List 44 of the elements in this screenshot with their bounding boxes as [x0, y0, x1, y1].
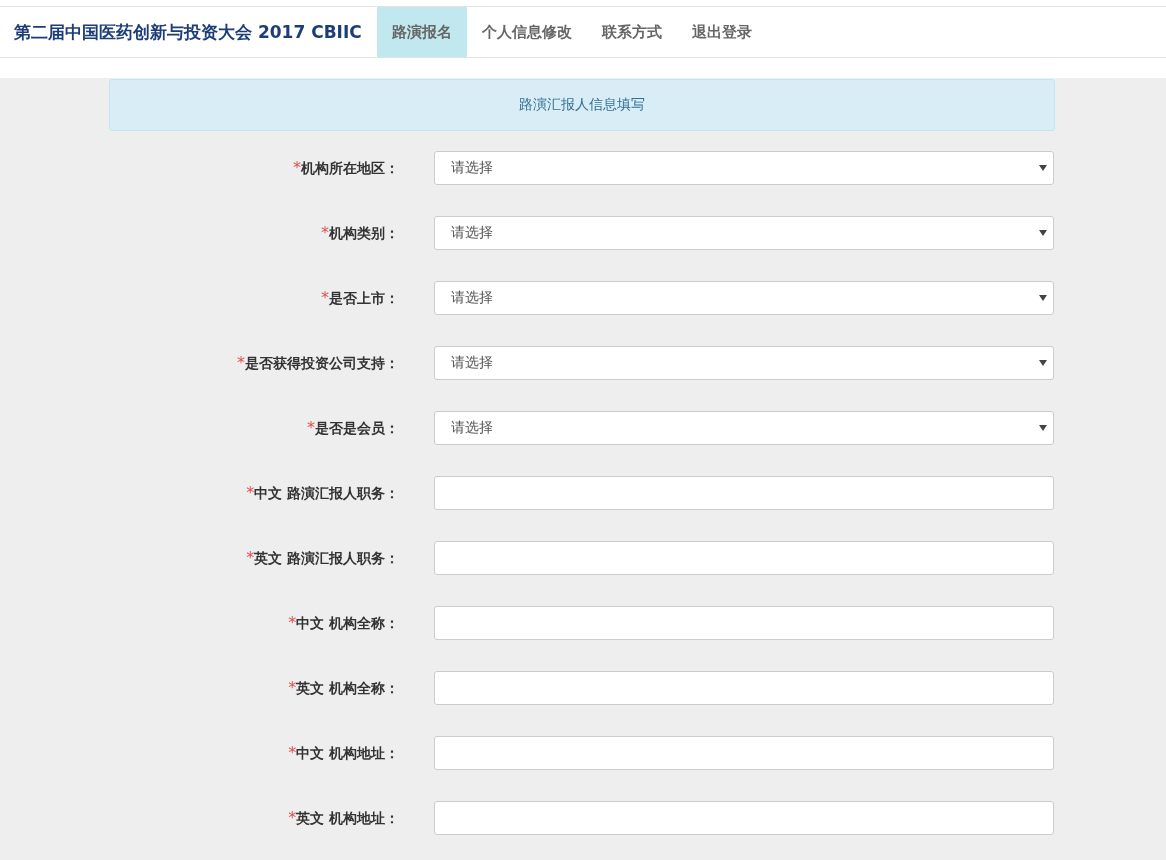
caret-icon: [1039, 230, 1047, 236]
required-mark: *: [237, 353, 245, 372]
required-mark: *: [288, 743, 297, 762]
required-mark: *: [321, 288, 329, 307]
input-field[interactable]: [434, 671, 1054, 705]
field-label: 是否是会员：: [315, 420, 399, 438]
form-heading: 路演汇报人信息填写: [109, 79, 1055, 131]
field-label: 中文 路演汇报人职务：: [254, 485, 399, 503]
nav-tab[interactable]: 路演报名: [376, 7, 467, 57]
input-field[interactable]: [434, 736, 1054, 770]
required-mark: *: [288, 613, 297, 632]
nav-tab[interactable]: 个人信息修改: [466, 7, 587, 57]
select-field[interactable]: 请选择: [434, 346, 1054, 380]
field-label: 机构类别：: [329, 225, 399, 243]
field-label: 是否上市：: [329, 290, 399, 308]
required-mark: *: [246, 548, 255, 567]
required-mark: *: [321, 223, 329, 242]
caret-icon: [1039, 360, 1047, 366]
caret-icon: [1039, 295, 1047, 301]
site-title: 第二届中国医药创新与投资大会 2017 CBIIC: [13, 20, 363, 44]
required-mark: *: [246, 483, 255, 502]
input-field[interactable]: [434, 541, 1054, 575]
required-mark: *: [288, 808, 297, 827]
input-field[interactable]: [434, 801, 1054, 835]
field-label: 英文 机构全称：: [296, 680, 399, 698]
required-mark: *: [288, 678, 297, 697]
field-label: 英文 机构地址：: [296, 810, 399, 828]
field-label: 中文 机构地址：: [296, 745, 399, 763]
caret-icon: [1039, 165, 1047, 171]
field-label: 机构所在地区：: [301, 160, 399, 178]
nav-tab[interactable]: 联系方式: [586, 7, 677, 57]
field-label: 是否获得投资公司支持：: [245, 355, 399, 373]
input-field[interactable]: [434, 606, 1054, 640]
required-mark: *: [293, 158, 301, 177]
select-field[interactable]: 请选择: [434, 281, 1054, 315]
input-field[interactable]: [434, 476, 1054, 510]
select-field[interactable]: 请选择: [434, 216, 1054, 250]
caret-icon: [1039, 425, 1047, 431]
field-label: 英文 路演汇报人职务：: [254, 550, 399, 568]
select-field[interactable]: 请选择: [434, 151, 1054, 185]
required-mark: *: [307, 418, 315, 437]
select-field[interactable]: 请选择: [434, 411, 1054, 445]
field-label: 中文 机构全称：: [296, 615, 399, 633]
nav-tab[interactable]: 退出登录: [676, 7, 767, 57]
